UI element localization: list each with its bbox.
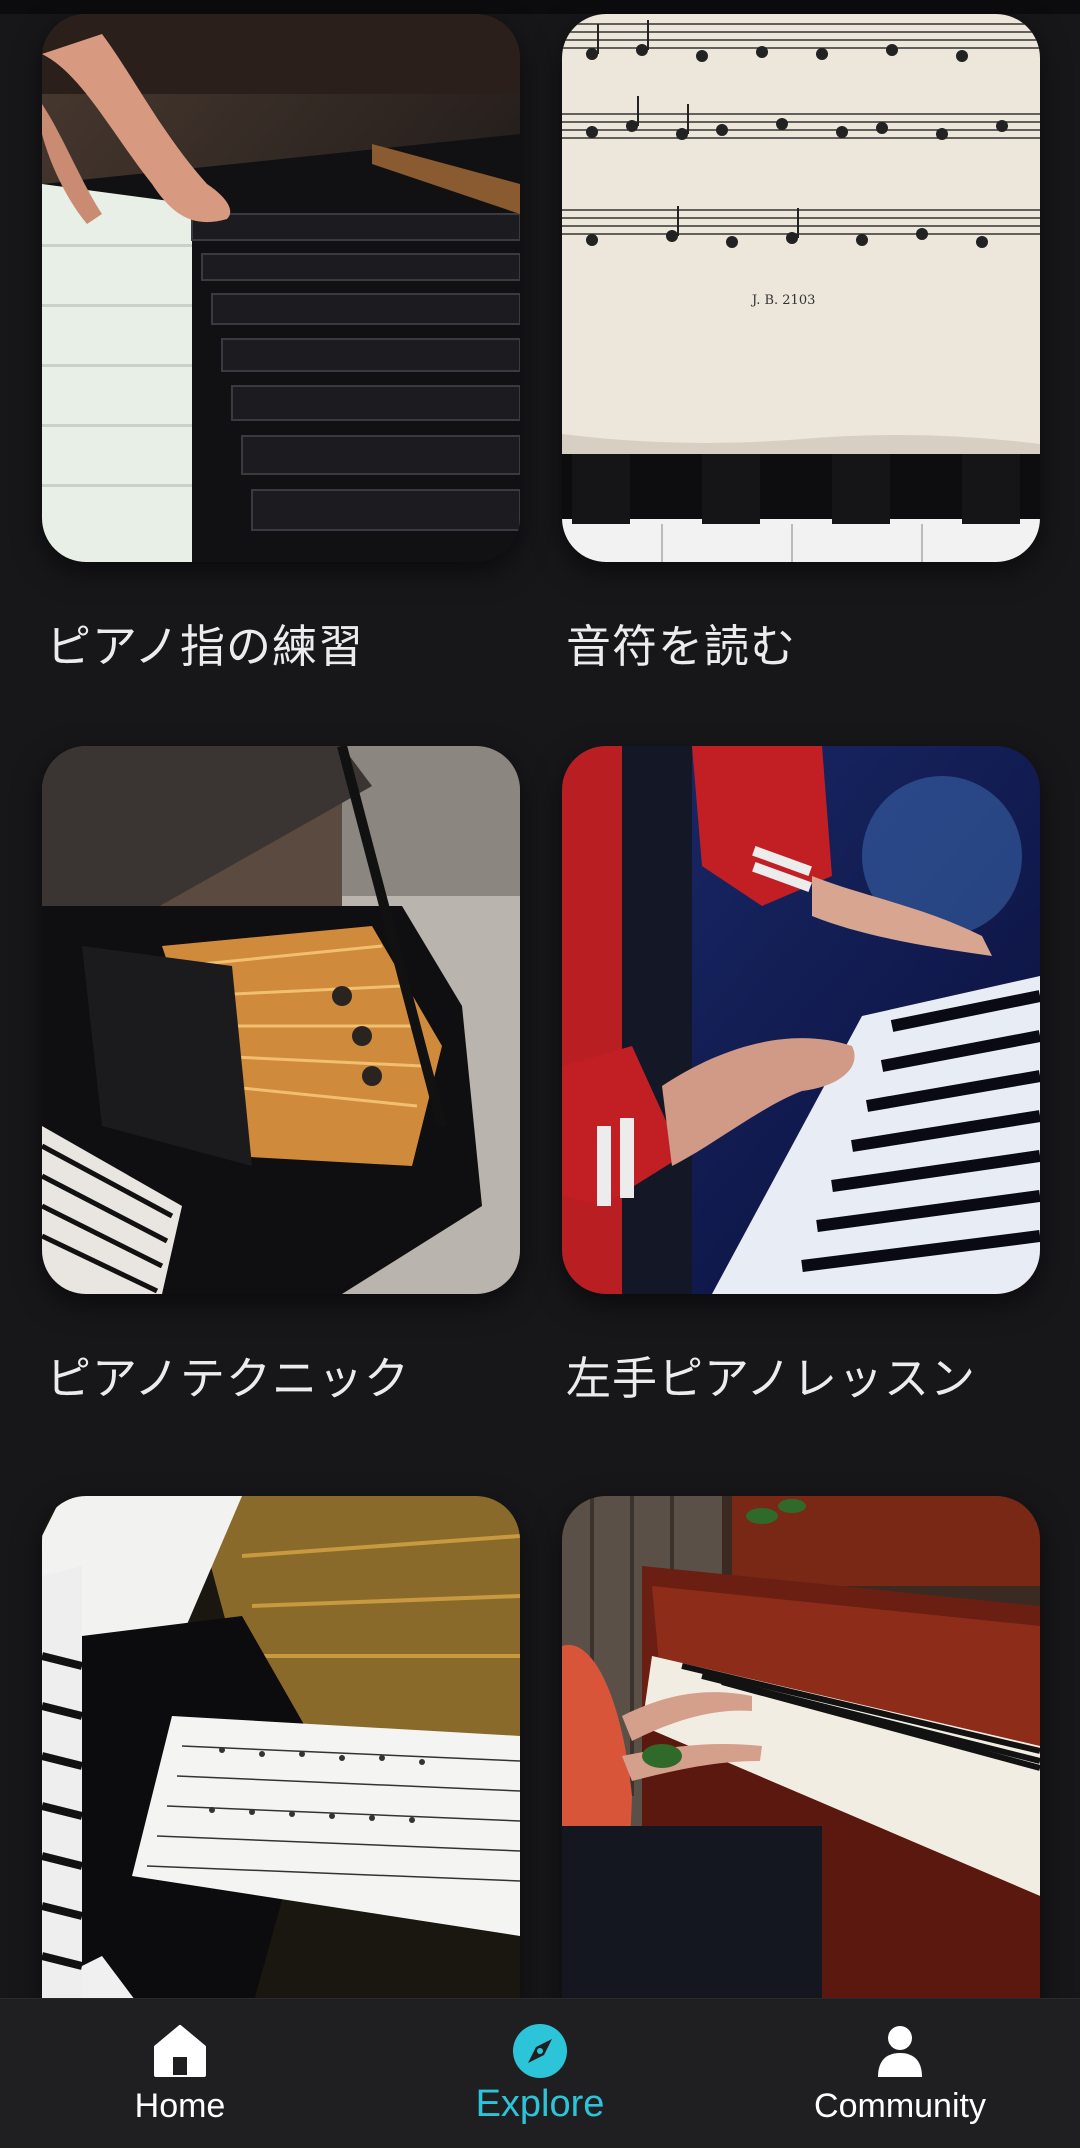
lesson-thumbnail-reading-notes[interactable]: J. B. 2103 bbox=[562, 14, 1040, 562]
upright-piano-player-image bbox=[562, 1496, 1040, 2044]
lesson-card-6[interactable] bbox=[562, 1496, 1040, 2044]
lesson-thumbnail-piano-technique[interactable] bbox=[42, 746, 520, 1294]
nav-explore[interactable]: Explore bbox=[390, 1999, 690, 2148]
lesson-title: 左手ピアノレッスン bbox=[566, 1352, 976, 1405]
nav-home[interactable]: Home bbox=[30, 1999, 330, 2148]
explore-screen: ピアノ指の練習 J. B. 2103 音符を読む ピアノテクニック 左手ピアノレ… bbox=[0, 0, 1080, 2148]
status-bar bbox=[0, 0, 1080, 14]
nav-explore-label: Explore bbox=[475, 2083, 605, 2125]
pianist-red-jacket-image bbox=[562, 746, 1040, 1294]
nav-community-label: Community bbox=[814, 2087, 986, 2125]
home-icon bbox=[154, 2025, 206, 2077]
nav-home-label: Home bbox=[134, 2087, 226, 2125]
grand-piano-interior-image bbox=[42, 746, 520, 1294]
compass-icon bbox=[513, 2024, 567, 2078]
sheet-music-on-piano-image: J. B. 2103 bbox=[562, 14, 1040, 562]
lesson-card-left-hand-lessons[interactable]: 左手ピアノレッスン bbox=[562, 746, 1040, 1405]
lesson-title: ピアノテクニック bbox=[46, 1352, 410, 1405]
lesson-card-5[interactable] bbox=[42, 1496, 520, 2044]
person-icon bbox=[878, 2026, 922, 2077]
sheet-music-caption: J. B. 2103 bbox=[750, 293, 815, 308]
lesson-card-reading-notes[interactable]: J. B. 2103 音符を読む bbox=[562, 14, 1040, 673]
grand-piano-sheet-music-image bbox=[42, 1496, 520, 2044]
lesson-thumbnail-5[interactable] bbox=[42, 1496, 520, 2044]
bottom-navigation-bar: Home Explore Community bbox=[0, 1998, 1080, 2148]
lesson-thumbnail-left-hand-lessons[interactable] bbox=[562, 746, 1040, 1294]
piano-keys-closeup-image bbox=[42, 14, 520, 562]
lesson-title: ピアノ指の練習 bbox=[46, 620, 364, 673]
lesson-card-finger-practice[interactable]: ピアノ指の練習 bbox=[42, 14, 520, 673]
lesson-card-piano-technique[interactable]: ピアノテクニック bbox=[42, 746, 520, 1405]
lesson-thumbnail-finger-practice[interactable] bbox=[42, 14, 520, 562]
lesson-title: 音符を読む bbox=[566, 620, 797, 673]
nav-community[interactable]: Community bbox=[750, 1999, 1050, 2148]
lesson-thumbnail-6[interactable] bbox=[562, 1496, 1040, 2044]
